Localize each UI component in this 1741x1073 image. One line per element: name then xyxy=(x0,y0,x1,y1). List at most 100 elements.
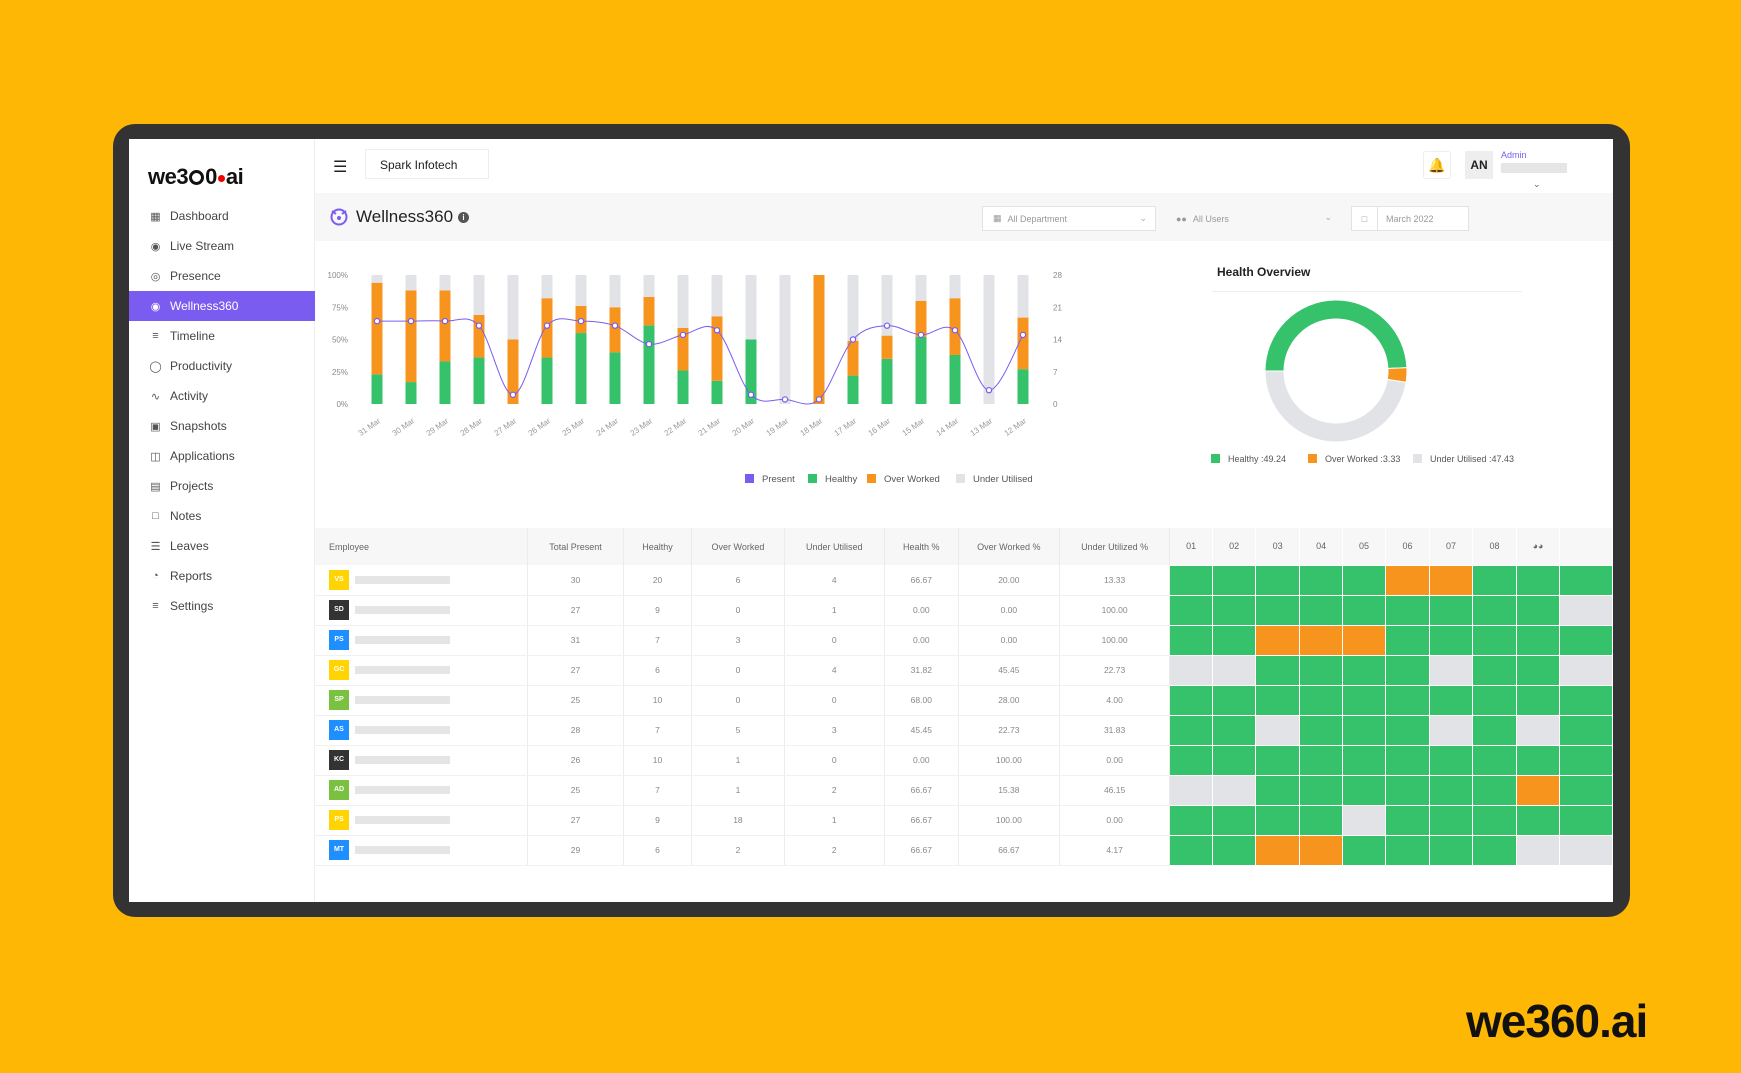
day-status-cell[interactable] xyxy=(1169,744,1214,776)
day-status-cell[interactable] xyxy=(1472,714,1518,746)
under-utilised-bar[interactable] xyxy=(847,275,859,341)
day-status-cell[interactable] xyxy=(1212,594,1257,626)
under-utilised-bar[interactable] xyxy=(949,275,961,299)
healthy-bar[interactable] xyxy=(609,352,621,404)
day-status-cell[interactable] xyxy=(1559,654,1613,686)
over-worked-bar[interactable] xyxy=(847,340,859,376)
day-status-cell[interactable] xyxy=(1342,564,1387,596)
day-status-cell[interactable] xyxy=(1559,564,1613,596)
present-point[interactable] xyxy=(951,327,959,334)
day-status-cell[interactable] xyxy=(1169,594,1214,626)
day-status-cell[interactable] xyxy=(1212,714,1257,746)
day-status-cell[interactable] xyxy=(1472,684,1518,716)
day-status-cell[interactable] xyxy=(1516,654,1561,686)
table-row[interactable]: KC 26 10 1 0 0.00 100.00 0.00 xyxy=(315,744,1613,776)
present-point[interactable] xyxy=(883,322,891,329)
menu-icon[interactable]: ☰ xyxy=(333,157,347,177)
day-status-cell[interactable] xyxy=(1516,834,1561,866)
healthy-slice[interactable] xyxy=(1264,299,1408,372)
under-utilised-bar[interactable] xyxy=(643,275,655,297)
day-status-cell[interactable] xyxy=(1385,654,1431,686)
day-status-cell[interactable] xyxy=(1169,654,1214,686)
sidebar-item-leaves[interactable]: ☰ Leaves xyxy=(129,531,315,561)
present-point[interactable] xyxy=(679,331,687,339)
under-utilised-bar[interactable] xyxy=(575,275,587,306)
over-worked-bar[interactable] xyxy=(473,314,485,358)
day-status-cell[interactable] xyxy=(1516,624,1561,656)
under-utilised-bar[interactable] xyxy=(711,275,723,317)
day-status-cell[interactable] xyxy=(1342,624,1387,656)
day-status-cell[interactable] xyxy=(1429,654,1474,686)
present-point[interactable] xyxy=(985,386,993,394)
table-row[interactable]: PS 31 7 3 0 0.00 0.00 100.00 xyxy=(315,624,1613,656)
present-point[interactable] xyxy=(917,331,925,339)
day-status-cell[interactable] xyxy=(1299,834,1344,866)
users-select[interactable]: ●● All Users ⌄ xyxy=(1166,206,1340,231)
day-status-cell[interactable] xyxy=(1559,684,1613,716)
day-status-cell[interactable] xyxy=(1342,744,1387,776)
column-header[interactable]: Health % xyxy=(884,528,959,565)
present-point[interactable] xyxy=(611,322,619,329)
day-status-cell[interactable] xyxy=(1255,744,1301,776)
under-utilised-bar[interactable] xyxy=(473,275,485,315)
healthy-bar[interactable] xyxy=(405,382,417,404)
column-header[interactable]: Under Utilized % xyxy=(1059,528,1171,565)
day-status-cell[interactable] xyxy=(1169,774,1214,806)
day-status-cell[interactable] xyxy=(1385,774,1431,806)
month-picker[interactable]: □ March 2022 xyxy=(1351,206,1469,231)
day-status-cell[interactable] xyxy=(1472,624,1518,656)
day-status-cell[interactable] xyxy=(1299,684,1344,716)
day-status-cell[interactable] xyxy=(1472,744,1518,776)
present-point[interactable] xyxy=(849,336,857,343)
sidebar-item-dashboard[interactable]: ▦ Dashboard xyxy=(129,201,315,231)
present-point[interactable] xyxy=(475,322,483,329)
column-header[interactable]: Employee xyxy=(315,528,529,565)
day-status-cell[interactable] xyxy=(1559,744,1613,776)
day-status-cell[interactable] xyxy=(1299,714,1344,746)
present-point[interactable] xyxy=(781,396,789,403)
info-icon[interactable]: i xyxy=(458,212,469,223)
column-header[interactable]: Under Utilised xyxy=(784,528,885,565)
day-status-cell[interactable] xyxy=(1255,564,1301,596)
healthy-bar[interactable] xyxy=(847,375,859,404)
sidebar-item-wellness360[interactable]: ◉ Wellness360 xyxy=(129,291,315,321)
day-status-cell[interactable] xyxy=(1212,684,1257,716)
table-row[interactable]: AD 25 7 1 2 66.67 15.38 46.15 xyxy=(315,774,1613,806)
over-worked-bar[interactable] xyxy=(371,282,383,375)
sidebar-item-reports[interactable]: ◔ Reports xyxy=(129,561,315,591)
over-worked-bar[interactable] xyxy=(711,316,723,381)
brand-logo[interactable]: we3 0 ai xyxy=(148,164,244,190)
over-worked-bar[interactable] xyxy=(881,335,893,359)
day-status-cell[interactable] xyxy=(1516,744,1561,776)
day-status-cell[interactable] xyxy=(1429,774,1474,806)
chevron-down-icon[interactable]: ⌄ xyxy=(1533,179,1541,190)
day-status-cell[interactable] xyxy=(1299,804,1344,836)
day-status-cell[interactable] xyxy=(1299,624,1344,656)
day-status-cell[interactable] xyxy=(1516,564,1561,596)
over-worked-bar[interactable] xyxy=(643,296,655,326)
healthy-bar[interactable] xyxy=(439,361,451,404)
over-worked-bar[interactable] xyxy=(405,290,417,383)
under-utilised-bar[interactable] xyxy=(405,275,417,291)
day-status-cell[interactable] xyxy=(1559,804,1613,836)
day-status-cell[interactable] xyxy=(1299,744,1344,776)
healthy-bar[interactable] xyxy=(677,370,689,404)
column-header[interactable]: Over Worked % xyxy=(958,528,1061,565)
avatar[interactable]: AN xyxy=(1465,151,1493,179)
day-status-cell[interactable] xyxy=(1212,624,1257,656)
day-status-cell[interactable] xyxy=(1299,564,1344,596)
day-status-cell[interactable] xyxy=(1516,714,1561,746)
over-worked-bar[interactable] xyxy=(439,290,451,362)
healthy-bar[interactable] xyxy=(643,325,655,404)
day-status-cell[interactable] xyxy=(1429,834,1474,866)
day-status-cell[interactable] xyxy=(1342,594,1387,626)
present-point[interactable] xyxy=(373,317,381,325)
present-point[interactable] xyxy=(815,396,823,403)
day-status-cell[interactable] xyxy=(1385,744,1431,776)
day-status-cell[interactable] xyxy=(1299,594,1344,626)
present-point[interactable] xyxy=(543,322,551,329)
day-status-cell[interactable] xyxy=(1472,804,1518,836)
table-row[interactable]: SD 27 9 0 1 0.00 0.00 100.00 xyxy=(315,594,1613,626)
day-status-cell[interactable] xyxy=(1212,834,1257,866)
healthy-bar[interactable] xyxy=(575,333,587,404)
